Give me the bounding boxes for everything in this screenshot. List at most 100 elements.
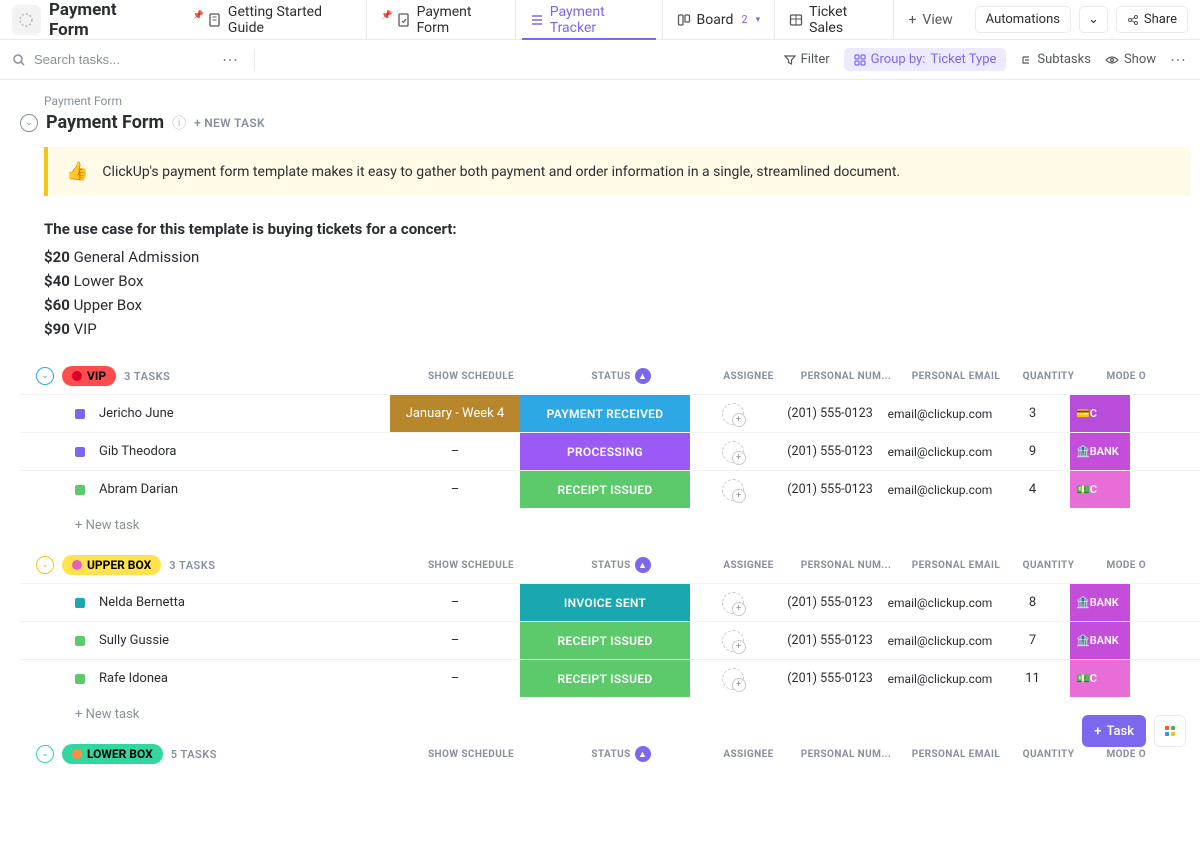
col-header-personal-email[interactable]: PERSONAL EMAIL xyxy=(901,749,1011,760)
cell-task-name[interactable]: Jericho June xyxy=(20,395,390,432)
col-header-personal-num[interactable]: PERSONAL NUM... xyxy=(791,371,901,382)
cell-quantity[interactable]: 3 xyxy=(995,395,1070,432)
cell-personal-num[interactable]: (201) 555-0123 xyxy=(775,660,885,697)
tab-ticket-sales[interactable]: Ticket Sales xyxy=(774,0,893,39)
collapse-group-button[interactable]: ⌄ xyxy=(36,367,54,385)
group-chip[interactable]: VIP xyxy=(62,366,116,386)
tab-getting-started[interactable]: 📌 Getting Started Guide xyxy=(179,0,367,39)
col-header-assignee[interactable]: ASSIGNEE xyxy=(706,560,791,571)
cell-personal-email[interactable]: email@clickup.com xyxy=(885,622,995,659)
col-header-quantity[interactable]: QUANTITY xyxy=(1011,560,1086,571)
automations-button[interactable]: Automations xyxy=(975,6,1071,33)
col-header-mode[interactable]: MODE O xyxy=(1086,560,1146,571)
cell-personal-email[interactable]: email@clickup.com xyxy=(885,584,995,621)
cell-task-name[interactable]: Nelda Bernetta xyxy=(20,584,390,621)
cell-task-name[interactable]: Sully Gussie xyxy=(20,622,390,659)
cell-assignee[interactable] xyxy=(690,395,775,432)
col-header-personal-email[interactable]: PERSONAL EMAIL xyxy=(901,371,1011,382)
cell-personal-num[interactable]: (201) 555-0123 xyxy=(775,433,885,470)
cell-quantity[interactable]: 7 xyxy=(995,622,1070,659)
col-header-show[interactable]: SHOW SCHEDULE xyxy=(406,371,536,382)
cell-personal-email[interactable]: email@clickup.com xyxy=(885,433,995,470)
table-row[interactable]: Gib Theodora – PROCESSING (201) 555-0123… xyxy=(20,432,1200,470)
col-header-status[interactable]: STATUS▲ xyxy=(536,368,706,384)
new-task-row[interactable]: + New task xyxy=(20,697,1200,722)
cell-show-schedule[interactable]: – xyxy=(390,433,520,470)
cell-mode[interactable]: 💳C xyxy=(1070,395,1130,432)
cell-status[interactable]: RECEIPT ISSUED xyxy=(520,660,690,697)
col-header-personal-email[interactable]: PERSONAL EMAIL xyxy=(901,560,1011,571)
cell-task-name[interactable]: Gib Theodora xyxy=(20,433,390,470)
col-header-assignee[interactable]: ASSIGNEE xyxy=(706,371,791,382)
tab-payment-form[interactable]: 📌 Payment Form xyxy=(366,0,514,39)
cell-mode[interactable]: 💵C xyxy=(1070,660,1130,697)
cell-status[interactable]: PROCESSING xyxy=(520,433,690,470)
cell-status[interactable]: RECEIPT ISSUED xyxy=(520,622,690,659)
breadcrumb[interactable]: Payment Form xyxy=(44,94,1200,108)
col-header-status[interactable]: STATUS▲ xyxy=(536,746,706,762)
cell-quantity[interactable]: 4 xyxy=(995,471,1070,508)
cell-personal-num[interactable]: (201) 555-0123 xyxy=(775,584,885,621)
new-task-row[interactable]: + New task xyxy=(20,508,1200,533)
col-header-show[interactable]: SHOW SCHEDULE xyxy=(406,560,536,571)
cell-task-name[interactable]: Rafe Idonea xyxy=(20,660,390,697)
cell-show-schedule[interactable]: – xyxy=(390,584,520,621)
cell-assignee[interactable] xyxy=(690,660,775,697)
subtasks-button[interactable]: Subtasks xyxy=(1020,52,1091,67)
col-header-assignee[interactable]: ASSIGNEE xyxy=(706,749,791,760)
cell-quantity[interactable]: 8 xyxy=(995,584,1070,621)
filter-button[interactable]: Filter xyxy=(784,52,830,67)
cell-assignee[interactable] xyxy=(690,471,775,508)
col-header-status[interactable]: STATUS▲ xyxy=(536,557,706,573)
cell-show-schedule[interactable]: January - Week 4 xyxy=(390,395,520,432)
col-header-quantity[interactable]: QUANTITY xyxy=(1011,371,1086,382)
tab-payment-tracker[interactable]: Payment Tracker xyxy=(515,0,662,39)
add-view-button[interactable]: + View xyxy=(893,0,966,39)
groupby-chip[interactable]: Group by: Ticket Type xyxy=(844,48,1007,71)
search-input[interactable] xyxy=(34,52,174,67)
more-icon[interactable]: ⋯ xyxy=(222,50,240,69)
cell-personal-num[interactable]: (201) 555-0123 xyxy=(775,395,885,432)
new-task-fab[interactable]: + Task xyxy=(1082,715,1146,747)
col-header-personal-num[interactable]: PERSONAL NUM... xyxy=(791,749,901,760)
collapse-list-button[interactable]: ⌄ xyxy=(20,114,38,132)
info-icon[interactable]: ⓘ xyxy=(172,113,186,133)
col-header-personal-num[interactable]: PERSONAL NUM... xyxy=(791,560,901,571)
cell-show-schedule[interactable]: – xyxy=(390,471,520,508)
cell-mode[interactable]: 🏦BANK xyxy=(1070,584,1130,621)
table-row[interactable]: Jericho June January - Week 4 PAYMENT RE… xyxy=(20,394,1200,432)
cell-quantity[interactable]: 9 xyxy=(995,433,1070,470)
group-chip[interactable]: LOWER BOX xyxy=(62,744,163,764)
tab-board[interactable]: Board 2 ▾ xyxy=(662,0,775,39)
table-row[interactable]: Sully Gussie – RECEIPT ISSUED (201) 555-… xyxy=(20,621,1200,659)
cell-status[interactable]: PAYMENT RECEIVED xyxy=(520,395,690,432)
cell-personal-email[interactable]: email@clickup.com xyxy=(885,395,995,432)
table-row[interactable]: Rafe Idonea – RECEIPT ISSUED (201) 555-0… xyxy=(20,659,1200,697)
cell-assignee[interactable] xyxy=(690,622,775,659)
more-icon[interactable]: ⋯ xyxy=(1170,50,1188,69)
cell-status[interactable]: INVOICE SENT xyxy=(520,584,690,621)
cell-show-schedule[interactable]: – xyxy=(390,660,520,697)
table-row[interactable]: Nelda Bernetta – INVOICE SENT (201) 555-… xyxy=(20,583,1200,621)
cell-quantity[interactable]: 11 xyxy=(995,660,1070,697)
cell-mode[interactable]: 💵C xyxy=(1070,471,1130,508)
cell-show-schedule[interactable]: – xyxy=(390,622,520,659)
cell-personal-email[interactable]: email@clickup.com xyxy=(885,660,995,697)
cell-personal-email[interactable]: email@clickup.com xyxy=(885,471,995,508)
automations-dropdown[interactable]: ⌄ xyxy=(1079,6,1108,33)
apps-fab[interactable] xyxy=(1154,715,1186,747)
col-header-quantity[interactable]: QUANTITY xyxy=(1011,749,1086,760)
cell-task-name[interactable]: Abram Darian xyxy=(20,471,390,508)
col-header-show[interactable]: SHOW SCHEDULE xyxy=(406,749,536,760)
collapse-group-button[interactable]: ⌄ xyxy=(36,745,54,763)
cell-personal-num[interactable]: (201) 555-0123 xyxy=(775,471,885,508)
group-chip[interactable]: UPPER BOX xyxy=(62,555,161,575)
cell-status[interactable]: RECEIPT ISSUED xyxy=(520,471,690,508)
cell-assignee[interactable] xyxy=(690,584,775,621)
col-header-mode[interactable]: MODE O xyxy=(1086,371,1146,382)
col-header-mode[interactable]: MODE O xyxy=(1086,749,1146,760)
cell-mode[interactable]: 🏦BANK xyxy=(1070,433,1130,470)
share-button[interactable]: Share xyxy=(1116,6,1188,33)
collapse-group-button[interactable]: ⌄ xyxy=(36,556,54,574)
cell-assignee[interactable] xyxy=(690,433,775,470)
